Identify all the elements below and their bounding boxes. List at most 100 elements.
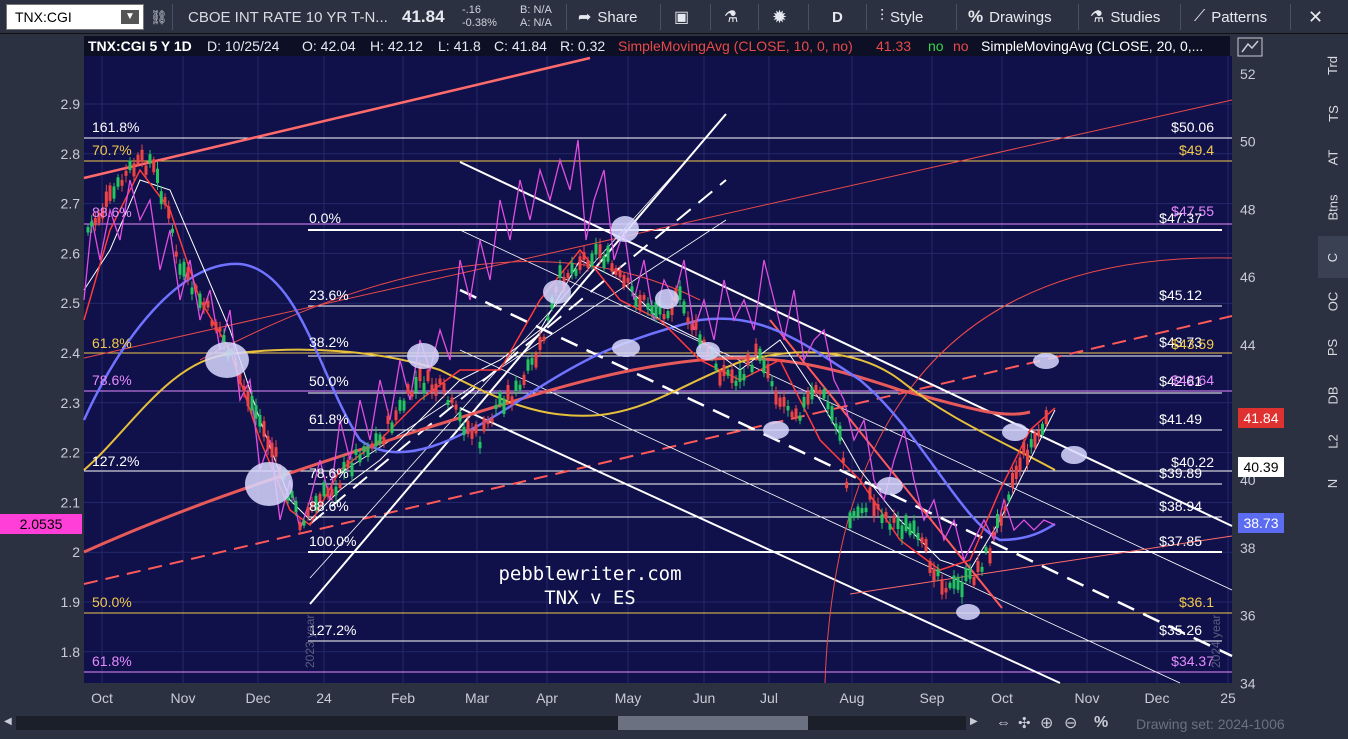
symbol-input[interactable]: TNX:CGI ▼ [6, 4, 144, 30]
candle-body [666, 310, 670, 319]
side-tab-n[interactable]: N [1318, 462, 1348, 504]
left-axis-tick: 1.9 [61, 594, 81, 610]
candle-body [148, 154, 152, 164]
gear-icon[interactable]: ✹ [772, 4, 787, 30]
x-axis-tick: Jul [760, 690, 778, 706]
last-price-tag-text: 41.84 [1243, 410, 1278, 426]
fib-label: 161.8% [92, 119, 139, 135]
side-tab-label: Trd [1325, 55, 1341, 75]
side-tab-ts[interactable]: TS [1318, 92, 1348, 134]
fib-label: 50.0% [92, 594, 132, 610]
candle-body [330, 488, 334, 496]
x-axis-tick: 24 [316, 690, 332, 706]
candle-body [398, 399, 402, 411]
candle-body [638, 294, 642, 310]
side-tab-oc[interactable]: OC [1318, 280, 1348, 322]
legend: TNX:CGI 5 Y 1D D: 10/25/24 O: 42.04 H: 4… [88, 38, 1203, 54]
candle-body [410, 391, 414, 397]
candle-body [872, 500, 876, 516]
candle-body [738, 370, 742, 382]
candle-body [964, 568, 968, 582]
candle-body [246, 391, 250, 407]
share-button[interactable]: ➦ Share [578, 4, 637, 30]
annotation-title: TNX v ES [544, 587, 636, 609]
candle-body [904, 515, 908, 532]
candle-body [880, 514, 884, 523]
candle-body [558, 265, 562, 278]
flask-icon[interactable]: ⚗ [724, 4, 738, 30]
candle-body [746, 353, 750, 365]
style-button[interactable]: ⫶ Style [880, 4, 923, 30]
candle-body [538, 336, 542, 350]
drawing-set-label[interactable]: Drawing set: 2024-1006 [1136, 716, 1285, 732]
candle-body [486, 420, 490, 425]
legend-sma20-label[interactable]: SimpleMovingAvg (CLOSE, 20, 0,... [981, 38, 1203, 54]
candle-body [198, 293, 202, 308]
chevron-down-icon[interactable]: ▼ [121, 10, 139, 24]
percent-icon[interactable]: % [1094, 714, 1108, 732]
pan-icon[interactable]: ✣ [1018, 714, 1031, 732]
candle-body [960, 582, 964, 598]
candle-body [892, 515, 896, 523]
candle-body [900, 525, 904, 540]
style-icon: ⫶ [880, 8, 885, 25]
fib-label: 78.6% [92, 372, 132, 388]
candle-body [976, 561, 980, 573]
divider [758, 4, 759, 30]
fib-label: 88.6% [92, 204, 132, 220]
candle-body [358, 454, 362, 463]
candle-body [167, 206, 171, 219]
price-chart[interactable]: 161.8% 70.7% 88.6% 61.8% 78.6% 127.2% 50… [0, 34, 1348, 710]
candle-body [1018, 457, 1022, 471]
share-label: Share [597, 8, 638, 26]
right-axis-tick: 48 [1240, 201, 1256, 217]
side-tab-ps[interactable]: PS [1318, 326, 1348, 368]
highlight-marker [205, 342, 249, 378]
side-tab-label: Btns [1325, 193, 1341, 221]
right-axis-tick: 52 [1240, 66, 1256, 82]
legend-sma10-label[interactable]: SimpleMovingAvg (CLOSE, 10, 0, no) [618, 38, 853, 54]
scroll-thumb[interactable] [618, 716, 808, 730]
candle-body [940, 579, 944, 595]
candle-body [498, 392, 502, 406]
x-axis-tick: Dec [246, 690, 271, 706]
side-tab-label: N [1325, 478, 1341, 488]
candle-body [171, 228, 174, 233]
candle-body [622, 274, 626, 288]
bid-value: B: N/A [520, 4, 552, 16]
patterns-button[interactable]: ⟋ Patterns [1194, 4, 1267, 30]
candle-body [762, 359, 766, 374]
expand-icon[interactable]: ⇔ [996, 714, 1011, 731]
link-icon[interactable]: ⛓ [150, 4, 168, 30]
candle-body [374, 433, 378, 447]
candle-body [502, 398, 506, 414]
side-tab-db[interactable]: DB [1318, 374, 1348, 416]
right-axis-panel [1232, 34, 1318, 683]
camera-icon[interactable]: ▣ [674, 4, 689, 30]
drawings-button[interactable]: % Drawings [968, 4, 1052, 30]
candle-body [726, 369, 730, 376]
candle-body [128, 160, 132, 171]
candle-body [830, 406, 834, 422]
candle-body [1022, 441, 1026, 456]
last-price: 41.84 [402, 7, 445, 26]
candle-body [852, 511, 856, 519]
scroll-track[interactable] [16, 716, 966, 730]
side-tab-l2[interactable]: L2 [1318, 420, 1348, 462]
zoom-in-icon[interactable]: ⊕ [1040, 713, 1053, 733]
side-tab-c[interactable]: C [1318, 236, 1348, 278]
zoom-out-icon[interactable]: ⊖ [1064, 713, 1077, 733]
bottom-scrollbar[interactable]: ◀ ▶ ⇔ ✣ ⊕ ⊖ % Drawing set: 2024-1006 [0, 710, 1348, 739]
side-tab-at[interactable]: AT [1318, 136, 1348, 178]
studies-button[interactable]: ⚗ Studies [1090, 4, 1160, 30]
candle-body [614, 268, 618, 275]
side-tab-btns[interactable]: Btns [1318, 186, 1348, 228]
x-axis-tick: Jun [693, 690, 716, 706]
period-button[interactable]: D [832, 4, 843, 30]
scroll-right-icon[interactable]: ▶ [970, 716, 980, 730]
fib-value: $37.85 [1159, 533, 1202, 549]
scroll-left-icon[interactable]: ◀ [4, 716, 14, 730]
close-icon[interactable]: ✕ [1308, 4, 1323, 30]
x-axis-tick: Dec [1145, 690, 1170, 706]
side-tab-trd[interactable]: Trd [1318, 44, 1348, 86]
